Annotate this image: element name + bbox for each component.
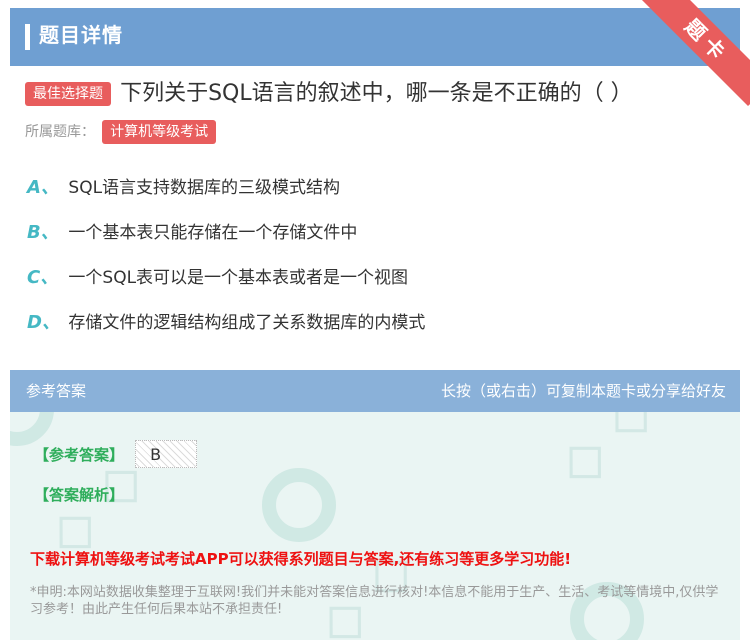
disclaimer-text: *申明:本网站数据收集整理于互联网!我们并未能对答案信息进行核对!本信息不能用于… xyxy=(30,585,719,617)
question-type-badge: 最佳选择题 xyxy=(25,82,111,106)
share-hint: 长按（或右击）可复制本题卡或分享给好友 xyxy=(440,382,726,400)
answer-value: B xyxy=(135,440,198,468)
option-text: SQL语言支持数据库的三级模式结构 xyxy=(68,178,341,198)
option-text: 存储文件的逻辑结构组成了关系数据库的内模式 xyxy=(68,313,426,333)
option-letter: D、 xyxy=(27,312,60,333)
question-stem: 最佳选择题 下列关于SQL语言的叙述中，哪一条是不正确的（ ） xyxy=(25,80,735,108)
option-text: 一个基本表只能存储在一个存储文件中 xyxy=(68,223,358,243)
option-b[interactable]: B、 一个基本表只能存储在一个存储文件中 xyxy=(27,217,727,262)
analysis-label: 【答案解析】 xyxy=(34,486,125,504)
page-title: 题目详情 xyxy=(39,23,123,47)
option-a[interactable]: A、 SQL语言支持数据库的三级模式结构 xyxy=(27,172,727,217)
answer-row: 【参考答案】 B xyxy=(34,440,198,470)
answer-panel-title: 参考答案 xyxy=(26,382,87,400)
watermark-mark-icon: ◇ ◇ xyxy=(541,412,668,499)
option-d[interactable]: D、 存储文件的逻辑结构组成了关系数据库的内模式 xyxy=(27,307,727,352)
question-bank-row: 所属题库： 计算机等级考试 xyxy=(25,120,217,144)
watermark-logo-icon xyxy=(262,468,336,542)
question-text: 下列关于SQL语言的叙述中，哪一条是不正确的（ ） xyxy=(120,81,633,106)
option-letter: B、 xyxy=(27,222,59,243)
bank-label: 所属题库： xyxy=(25,124,95,140)
title-header: 题目详情 xyxy=(10,8,740,66)
header-accent-bar xyxy=(25,24,30,50)
option-text: 一个SQL表可以是一个基本表或者是一个视图 xyxy=(68,268,409,288)
app-download-link[interactable]: 下载计算机等级考试考试APP可以获得系列题目与答案,还有练习等更多学习功能! xyxy=(30,548,571,569)
answer-panel-header: 参考答案 长按（或右击）可复制本题卡或分享给好友 xyxy=(10,370,740,412)
answer-label: 【参考答案】 xyxy=(34,445,125,464)
option-letter: A、 xyxy=(27,177,59,198)
options-list: A、 SQL语言支持数据库的三级模式结构 B、 一个基本表只能存储在一个存储文件… xyxy=(27,172,727,352)
option-letter: C、 xyxy=(27,267,59,288)
bank-badge[interactable]: 计算机等级考试 xyxy=(102,120,217,144)
option-c[interactable]: C、 一个SQL表可以是一个基本表或者是一个视图 xyxy=(27,262,727,307)
answer-panel-body: ◇ ◇ ◇ ◇ ◇ ◇ 【参考答案】 B 【答案解析】 下载计算机等级考试考试A… xyxy=(10,412,740,640)
